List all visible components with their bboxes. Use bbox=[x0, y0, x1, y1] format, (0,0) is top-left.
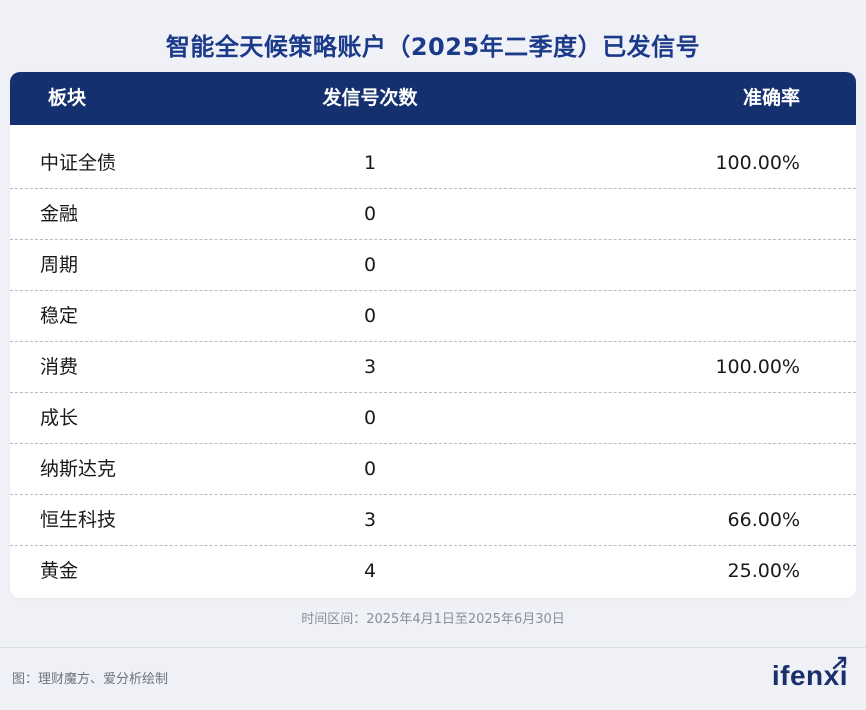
table-row: 稳定 0 bbox=[10, 291, 856, 342]
header-rate: 准确率 bbox=[742, 87, 800, 109]
cell-count: 0 bbox=[363, 254, 377, 276]
table-row: 消费 3 100.00% bbox=[10, 342, 856, 393]
cell-block: 中证全债 bbox=[40, 152, 117, 174]
cell-block: 稳定 bbox=[40, 305, 79, 327]
table-row: 金融 0 bbox=[10, 189, 856, 240]
cell-block: 消费 bbox=[40, 356, 79, 378]
page-title: 智能全天候策略账户（2025年二季度）已发信号 bbox=[165, 33, 701, 61]
footer-divider bbox=[0, 647, 866, 648]
table-row: 黄金 4 25.00% bbox=[10, 546, 856, 597]
cell-rate: 100.00% bbox=[715, 356, 800, 378]
table-header: 板块 发信号次数 准确率 bbox=[10, 72, 856, 125]
cell-rate: 66.00% bbox=[727, 509, 800, 531]
time-period-note: 时间区间：2025年4月1日至2025年6月30日 bbox=[301, 612, 565, 627]
table-body: 中证全债 1 100.00% 金融 0 周期 0 稳定 0 消费 3 100.0… bbox=[10, 138, 856, 597]
table-row: 周期 0 bbox=[10, 240, 856, 291]
cell-block: 金融 bbox=[40, 203, 79, 225]
header-block: 板块 bbox=[48, 87, 87, 109]
cell-count: 0 bbox=[363, 458, 377, 480]
cell-count: 0 bbox=[363, 305, 377, 327]
cell-rate: 25.00% bbox=[727, 560, 800, 582]
cell-block: 恒生科技 bbox=[40, 509, 117, 531]
cell-count: 3 bbox=[363, 509, 377, 531]
cell-block: 黄金 bbox=[40, 560, 79, 582]
table-row: 中证全债 1 100.00% bbox=[10, 138, 856, 189]
cell-count: 0 bbox=[363, 203, 377, 225]
cell-count: 3 bbox=[363, 356, 377, 378]
logo-arrow-icon bbox=[832, 656, 847, 670]
cell-block: 纳斯达克 bbox=[40, 458, 117, 480]
header-count: 发信号次数 bbox=[322, 87, 418, 109]
cell-rate: 100.00% bbox=[715, 152, 800, 174]
cell-count: 4 bbox=[363, 560, 377, 582]
source-note: 图：理财魔方、爱分析绘制 bbox=[12, 672, 169, 687]
table-row: 成长 0 bbox=[10, 393, 856, 444]
table-row: 恒生科技 3 66.00% bbox=[10, 495, 856, 546]
cell-count: 1 bbox=[363, 152, 377, 174]
table-row: 纳斯达克 0 bbox=[10, 444, 856, 495]
cell-block: 成长 bbox=[40, 407, 79, 429]
cell-count: 0 bbox=[363, 407, 377, 429]
signal-table: 板块 发信号次数 准确率 中证全债 1 100.00% 金融 0 周期 0 稳定… bbox=[10, 72, 856, 598]
cell-block: 周期 bbox=[40, 254, 79, 276]
